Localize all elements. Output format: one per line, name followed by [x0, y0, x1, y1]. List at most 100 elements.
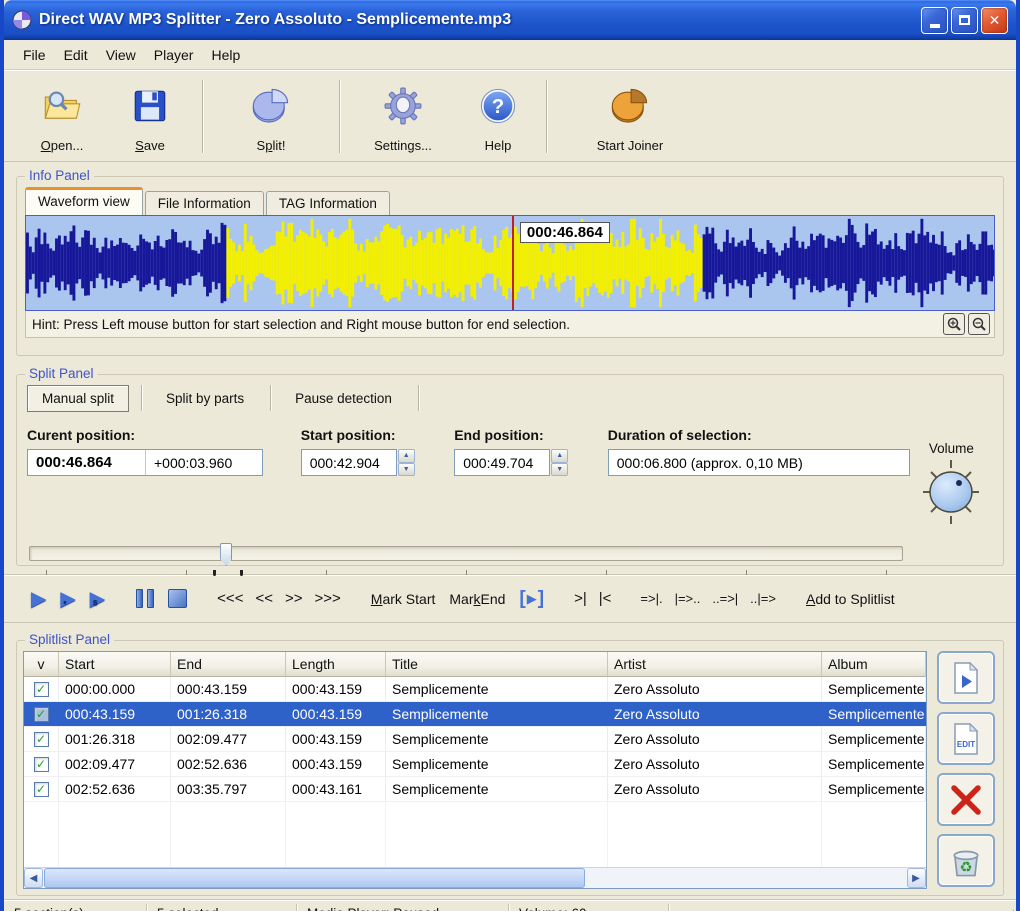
- spin-down-icon: ▼: [398, 463, 415, 477]
- menu-help[interactable]: Help: [202, 43, 249, 67]
- column-header-title[interactable]: Title: [386, 652, 608, 677]
- column-header-length[interactable]: Length: [286, 652, 386, 677]
- play-section-file-button[interactable]: [937, 651, 995, 704]
- play-section-icon: ▶: [527, 591, 537, 607]
- split-label: Split!: [257, 138, 286, 153]
- help-button[interactable]: ? Help: [458, 74, 538, 159]
- play-file-icon: [951, 660, 981, 696]
- slider-thumb[interactable]: [220, 543, 232, 566]
- column-header-start[interactable]: Start: [59, 652, 171, 677]
- split-panel-label: Split Panel: [25, 366, 98, 381]
- start-position-input[interactable]: 000:42.904: [301, 449, 397, 476]
- scroll-right-arrow[interactable]: ▶: [907, 868, 926, 888]
- tab-file-information[interactable]: File Information: [145, 191, 264, 215]
- column-header-end[interactable]: End: [171, 652, 286, 677]
- splitlist-header: v Start End Length Title Artist Album: [24, 652, 926, 677]
- splitlist-empty-area: [24, 802, 926, 867]
- settings-label: Settings...: [374, 138, 432, 153]
- tab-split-by-parts[interactable]: Split by parts: [152, 386, 258, 411]
- slider-track[interactable]: [29, 546, 903, 561]
- duration-label: Duration of selection:: [608, 427, 910, 443]
- splitlist-row-selected[interactable]: ✓ 000:43.159 001:26.318 000:43.159 Sempl…: [24, 702, 926, 727]
- position-slider[interactable]: [27, 542, 905, 588]
- pause-icon: [136, 589, 154, 608]
- splitlist-row[interactable]: ✓ 002:52.636 003:35.797 000:43.161 Sempl…: [24, 777, 926, 802]
- save-button[interactable]: Save: [106, 74, 194, 159]
- save-label: Save: [135, 138, 165, 153]
- splitlist-table: v Start End Length Title Artist Album ✓ …: [23, 651, 927, 889]
- current-position-value: 000:46.864: [28, 450, 146, 475]
- end-position-label: End position:: [454, 427, 590, 443]
- row-checkbox[interactable]: ✓: [34, 682, 49, 697]
- title-bar[interactable]: Direct WAV MP3 Splitter - Zero Assoluto …: [4, 0, 1016, 40]
- zoom-out-button[interactable]: [968, 313, 990, 335]
- row-checkbox[interactable]: ✓: [34, 732, 49, 747]
- app-icon: [12, 10, 32, 30]
- delete-section-button[interactable]: [937, 773, 995, 826]
- menu-file[interactable]: File: [14, 43, 55, 67]
- status-bar: 5 section(s) 5 selected Media Player: Pa…: [4, 900, 1016, 911]
- menu-player[interactable]: Player: [145, 43, 203, 67]
- minimize-button[interactable]: [921, 7, 948, 34]
- row-checkbox[interactable]: ✓: [34, 707, 49, 722]
- scroll-left-arrow[interactable]: ◀: [24, 868, 43, 888]
- split-button[interactable]: Split!: [211, 74, 331, 159]
- volume-control: Volume: [910, 427, 993, 528]
- hint-bar: Hint: Press Left mouse button for start …: [25, 311, 995, 338]
- window-title: Direct WAV MP3 Splitter - Zero Assoluto …: [39, 11, 921, 29]
- open-button[interactable]: Open...: [18, 74, 106, 159]
- splitlist-row[interactable]: ✓ 001:26.318 002:09.477 000:43.159 Sempl…: [24, 727, 926, 752]
- duration-field: 000:06.800 (approx. 0,10 MB): [608, 449, 910, 476]
- start-position-stepper[interactable]: ▲▼: [398, 449, 415, 476]
- column-header-album[interactable]: Album: [822, 652, 926, 677]
- stop-icon: [168, 589, 187, 608]
- split-tabs: Manual split Split by parts Pause detect…: [27, 383, 993, 413]
- horizontal-scrollbar[interactable]: ◀ ▶: [24, 867, 926, 888]
- split-panel: Split Panel Manual split Split by parts …: [16, 374, 1004, 566]
- waveform-display[interactable]: 000:46.864: [25, 215, 995, 311]
- tab-tag-information[interactable]: TAG Information: [266, 191, 390, 215]
- edit-file-icon: EDIT: [951, 721, 981, 757]
- app-window: Direct WAV MP3 Splitter - Zero Assoluto …: [0, 0, 1020, 911]
- status-selected: 5 selected: [147, 904, 297, 911]
- play-selection-icon: ▶s: [90, 589, 105, 609]
- settings-button[interactable]: Settings...: [348, 74, 458, 159]
- row-checkbox[interactable]: ✓: [34, 757, 49, 772]
- end-position-stepper[interactable]: ▲▼: [551, 449, 568, 476]
- svg-text:♻: ♻: [959, 860, 972, 876]
- close-button[interactable]: ✕: [981, 7, 1008, 34]
- edit-section-button[interactable]: EDIT: [937, 712, 995, 765]
- spin-up-icon: ▲: [398, 449, 415, 463]
- svg-text:EDIT: EDIT: [957, 740, 975, 749]
- toolbar-separator: [546, 80, 547, 153]
- help-label: Help: [485, 138, 512, 153]
- current-position-offset: +000:03.960: [146, 455, 232, 471]
- playback-cursor[interactable]: [512, 216, 514, 310]
- settings-gear-icon: [384, 74, 422, 138]
- svg-text:?: ?: [492, 96, 504, 118]
- splitlist-row[interactable]: ✓ 002:09.477 002:52.636 000:43.159 Sempl…: [24, 752, 926, 777]
- column-header-artist[interactable]: Artist: [608, 652, 822, 677]
- waveform-graphic: [26, 216, 994, 310]
- end-position-input[interactable]: 000:49.704: [454, 449, 550, 476]
- menu-view[interactable]: View: [97, 43, 145, 67]
- clear-splitlist-button[interactable]: ♻: [937, 834, 995, 887]
- volume-knob[interactable]: [914, 456, 988, 528]
- menu-edit[interactable]: Edit: [55, 43, 97, 67]
- split-pie-icon: [250, 74, 292, 138]
- scrollbar-thumb[interactable]: [44, 868, 585, 888]
- row-checkbox[interactable]: ✓: [34, 782, 49, 797]
- splitlist-actions: EDIT ♻: [935, 651, 998, 889]
- menu-bar: File Edit View Player Help: [4, 40, 1016, 70]
- tab-manual-split[interactable]: Manual split: [27, 385, 129, 412]
- zoom-in-button[interactable]: [943, 313, 965, 335]
- tab-waveform-view[interactable]: Waveform view: [25, 187, 143, 215]
- hint-text: Hint: Press Left mouse button for start …: [32, 317, 570, 332]
- toolbar-separator: [339, 80, 340, 153]
- maximize-button[interactable]: [951, 7, 978, 34]
- tab-pause-detection[interactable]: Pause detection: [281, 386, 406, 411]
- status-sections: 5 section(s): [4, 904, 147, 911]
- start-joiner-button[interactable]: Start Joiner: [555, 74, 705, 159]
- column-header-check[interactable]: v: [24, 652, 59, 677]
- splitlist-row[interactable]: ✓ 000:00.000 000:43.159 000:43.159 Sempl…: [24, 677, 926, 702]
